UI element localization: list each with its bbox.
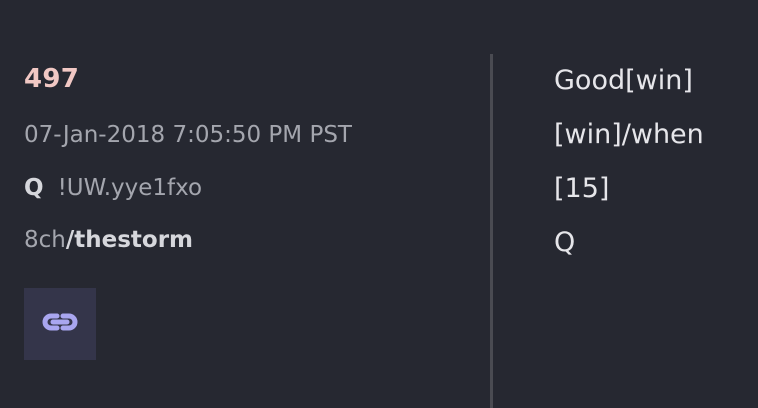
post-board: 8ch/thestorm [24,225,193,255]
message-line: Q [554,227,576,258]
link-icon [41,310,79,338]
message-line: [win]/when [554,119,704,150]
post-author: Q !UW.yye1fxo [24,173,202,203]
post-card: 497 07-Jan-2018 7:05:50 PM PST Q !UW.yye1… [0,0,758,408]
post-timestamp: 07-Jan-2018 7:05:50 PM PST [24,122,352,148]
message-line: Good[win] [554,65,693,96]
board-site: 8ch [24,227,66,253]
column-divider [490,54,493,408]
author-tripcode: !UW.yye1fxo [57,175,203,201]
permalink-button[interactable] [24,288,96,360]
board-name: /thestorm [65,227,194,253]
author-name: Q [24,175,44,201]
message-line: [15] [554,173,610,204]
post-number: 497 [24,64,80,94]
